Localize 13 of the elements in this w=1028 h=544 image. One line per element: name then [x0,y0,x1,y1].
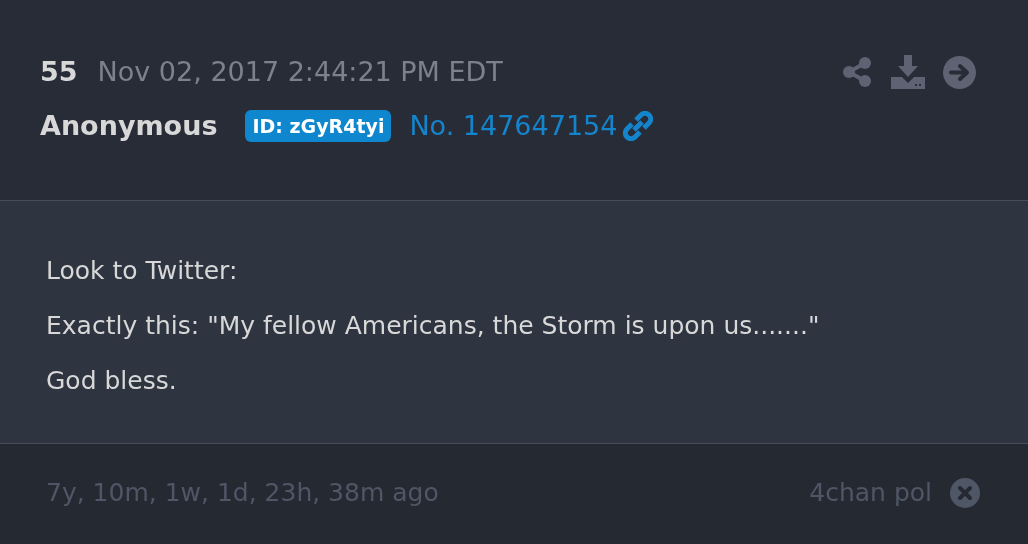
poster-id-badge: ID: zGyR4tyi [245,109,392,143]
post-number: 55 [40,54,78,89]
post-text-line: Look to Twitter: [46,254,239,287]
download-icon[interactable] [891,55,925,89]
author-name: Anonymous [40,108,218,143]
arrow-circle-icon[interactable] [943,55,976,89]
post-number-link[interactable]: No. 147647154 [409,105,618,147]
post-text-line: Exactly this: "My fellow Americans, the Storm is upon us......." [46,309,821,342]
share-icon[interactable] [841,56,873,88]
close-icon[interactable] [950,478,980,508]
post-text-line: God bless. [46,364,178,397]
link-icon[interactable] [623,111,654,141]
post-date: Nov 02, 2017 2:44:21 PM EDT [97,54,503,89]
